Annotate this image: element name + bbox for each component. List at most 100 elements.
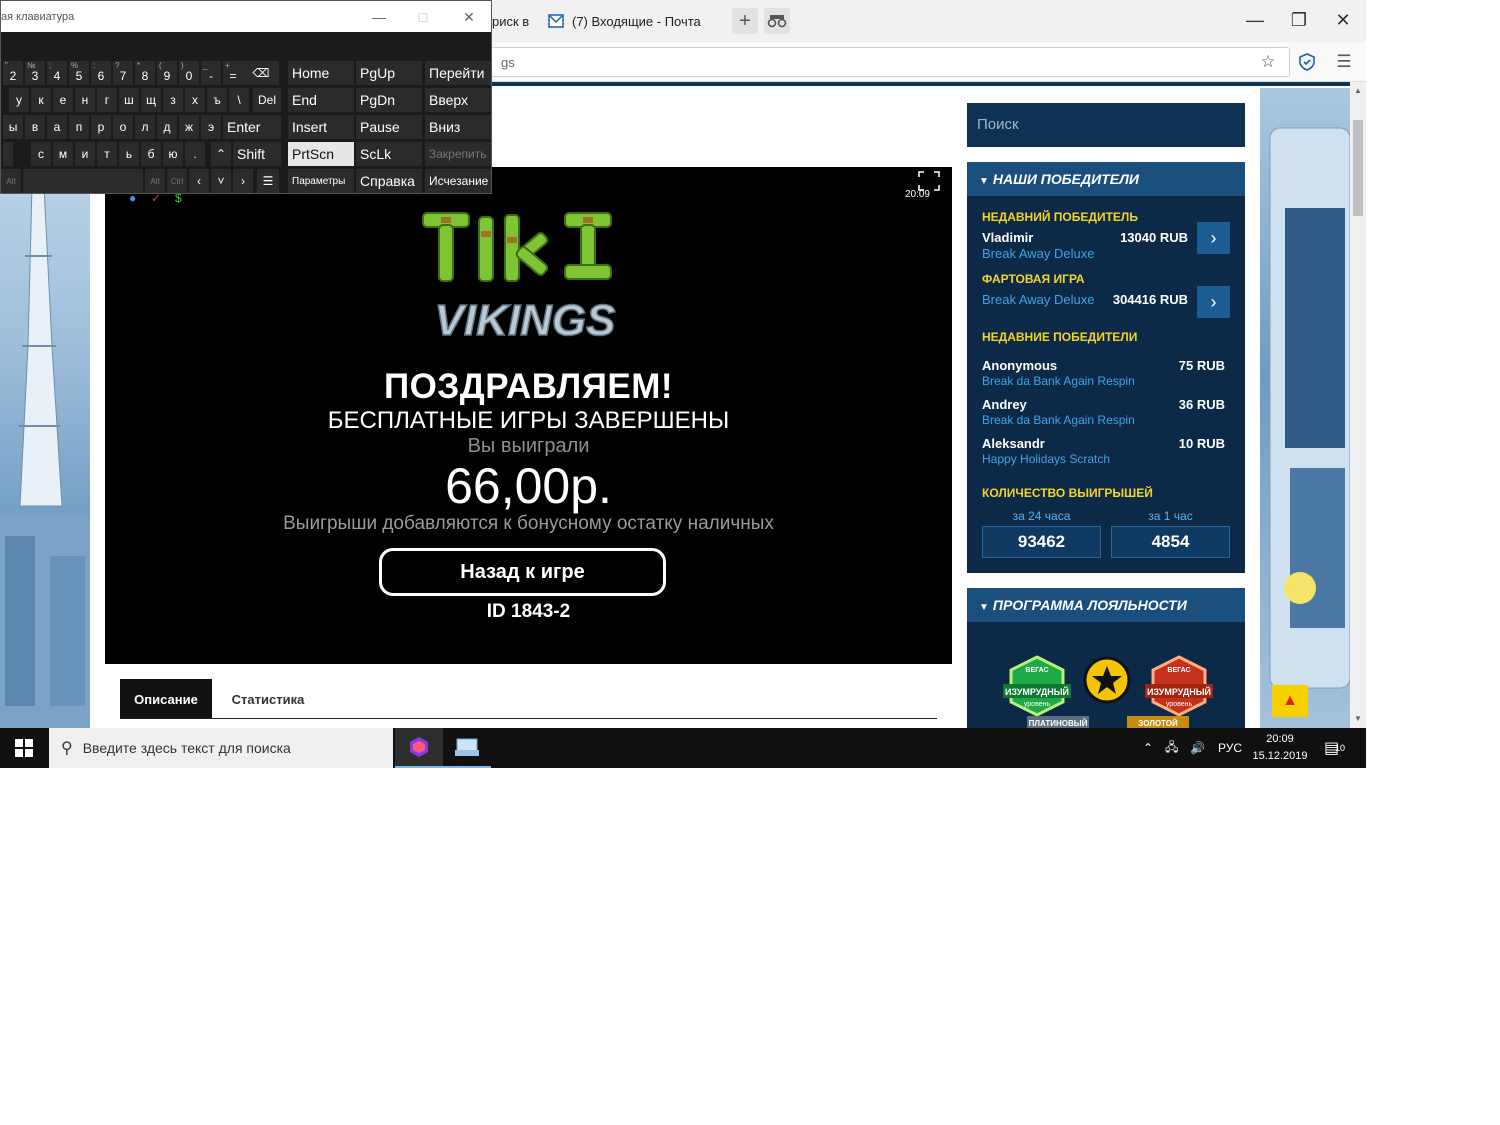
winner-game[interactable]: Break da Bank Again Respin xyxy=(982,374,1135,388)
key-1[interactable]: 3 № xyxy=(25,61,45,85)
chevron-right-icon[interactable]: › xyxy=(1197,222,1230,254)
restore-icon[interactable]: ❐ xyxy=(1276,0,1322,40)
scroll-up-arrow-icon[interactable]: ▲ xyxy=(1354,86,1362,95)
key-3[interactable]: 5% xyxy=(69,61,89,85)
network-icon[interactable]: 🖧 xyxy=(1165,728,1178,768)
key-prtscn[interactable]: PrtScn xyxy=(288,142,354,166)
winner-game[interactable]: Break da Bank Again Respin xyxy=(982,413,1135,427)
key-letter[interactable]: н xyxy=(75,88,95,112)
chevron-right-icon[interactable]: › xyxy=(1197,286,1230,318)
key-letter[interactable]: щ xyxy=(141,88,161,112)
key-8[interactable]: 0) xyxy=(179,61,199,85)
key-letter[interactable]: с xyxy=(31,142,51,166)
key-letter[interactable]: в xyxy=(25,115,45,139)
key-7[interactable]: 9( xyxy=(157,61,177,85)
key-shift[interactable]: Shift xyxy=(233,142,281,166)
key-down[interactable]: Вниз xyxy=(425,115,491,139)
tray-chevron-up-icon[interactable]: ⌃ xyxy=(1143,728,1153,768)
key-letter[interactable]: г xyxy=(97,88,117,112)
scroll-down-arrow-icon[interactable]: ▼ xyxy=(1354,714,1362,723)
key-letter[interactable]: ы xyxy=(3,115,23,139)
key-letter[interactable]: ю xyxy=(163,142,183,166)
key-letter[interactable]: а xyxy=(47,115,67,139)
loyalty-panel-header[interactable]: ▼ ПРОГРАММА ЛОЯЛЬНОСТИ xyxy=(967,588,1245,622)
arrow-right-icon[interactable]: › xyxy=(233,169,253,193)
key-letter[interactable]: з xyxy=(163,88,183,112)
key-pgup[interactable]: PgUp xyxy=(356,61,422,85)
key-options[interactable]: Параметры xyxy=(288,169,354,193)
new-tab-button[interactable]: + xyxy=(732,8,758,34)
key-letter[interactable]: д xyxy=(157,115,177,139)
taskbar-search-box[interactable]: ⚲ Введите здесь текст для поиска xyxy=(49,728,393,768)
browser-tab-search[interactable]: риск в xyxy=(492,6,529,36)
menu-icon[interactable]: ☰ xyxy=(1332,50,1356,74)
page-scrollbar[interactable]: ▲ ▼ xyxy=(1350,82,1366,728)
key-pause[interactable]: Pause xyxy=(356,115,422,139)
key-goto[interactable]: Перейти xyxy=(425,61,491,85)
key-sclk[interactable]: ScLk xyxy=(356,142,422,166)
key-end[interactable]: End xyxy=(288,88,354,112)
bookmark-star-icon[interactable]: ☆ xyxy=(1256,50,1280,74)
language-indicator[interactable]: РУС xyxy=(1218,728,1242,768)
browser-tab-mail[interactable]: (7) Входящие - Почта xyxy=(548,6,708,36)
key-letter[interactable]: м xyxy=(53,142,73,166)
volume-icon[interactable]: 🔊 xyxy=(1190,728,1205,768)
key-pgdn[interactable]: PgDn xyxy=(356,88,422,112)
key-letter[interactable]: ъ xyxy=(207,88,227,112)
key-letter[interactable]: . xyxy=(185,142,205,166)
close-icon[interactable]: ✕ xyxy=(1320,0,1366,40)
close-icon[interactable]: ✕ xyxy=(449,3,489,31)
backspace-icon[interactable]: ⌫ xyxy=(243,61,279,85)
key-letter[interactable]: б xyxy=(141,142,161,166)
key-alt[interactable]: Alt xyxy=(1,169,21,193)
key-9[interactable]: - _ xyxy=(201,61,221,85)
key-letter[interactable]: у xyxy=(9,88,29,112)
key-letter[interactable]: о xyxy=(113,115,133,139)
key-del[interactable]: Del xyxy=(253,88,281,112)
arrow-down-icon[interactable]: ˅ xyxy=(211,169,231,193)
key-fade[interactable]: Исчезание xyxy=(425,169,491,193)
tab-statistics[interactable]: Статистика xyxy=(218,679,318,719)
key-letter[interactable]: е xyxy=(53,88,73,112)
shift-arrow-icon[interactable]: ⌃ xyxy=(211,142,231,166)
key-letter[interactable]: п xyxy=(69,115,89,139)
key-0[interactable]: 2 " xyxy=(3,61,23,85)
search-input[interactable]: Поиск xyxy=(967,103,1245,147)
key-2[interactable]: 4; xyxy=(47,61,67,85)
key-letter[interactable]: \ xyxy=(229,88,249,112)
key-enter[interactable]: Enter xyxy=(223,115,281,139)
back-to-game-button[interactable]: Назад к игре xyxy=(379,548,666,596)
recent-winner-game[interactable]: Break Away Deluxe xyxy=(982,246,1095,261)
fullscreen-icon[interactable] xyxy=(918,171,940,191)
private-browsing-icon[interactable] xyxy=(764,8,790,34)
key-space[interactable] xyxy=(23,169,143,193)
key-help[interactable]: Справка xyxy=(356,169,422,193)
key-alt-right[interactable]: Alt xyxy=(145,169,165,193)
shield-icon[interactable] xyxy=(1295,50,1319,74)
winner-game[interactable]: Happy Holidays Scratch xyxy=(982,452,1110,466)
key-letter[interactable]: л xyxy=(135,115,155,139)
key-up[interactable]: Вверх xyxy=(425,88,491,112)
taskbar-clock[interactable]: 20:09 15.12.2019 xyxy=(1248,731,1312,765)
key-letter[interactable]: ж xyxy=(179,115,199,139)
key-insert[interactable]: Insert xyxy=(288,115,354,139)
tab-description[interactable]: Описание xyxy=(120,679,212,719)
key-4[interactable]: 6: xyxy=(91,61,111,85)
scrollbar-thumb[interactable] xyxy=(1353,120,1363,216)
key-letter[interactable]: э xyxy=(201,115,221,139)
on-screen-keyboard-app-icon[interactable] xyxy=(443,728,491,768)
context-menu-icon[interactable]: ☰ xyxy=(257,169,279,193)
scroll-to-top-button[interactable]: ▲ xyxy=(1272,685,1308,717)
key-5[interactable]: 7? xyxy=(113,61,133,85)
windows-start-icon[interactable] xyxy=(0,728,48,768)
key-10[interactable]: = + xyxy=(223,61,243,85)
winners-panel-header[interactable]: ▼ НАШИ ПОБЕДИТЕЛИ xyxy=(967,162,1245,196)
key-letter[interactable]: х xyxy=(185,88,205,112)
key-letter[interactable]: р xyxy=(91,115,111,139)
key-letter[interactable]: ш xyxy=(119,88,139,112)
key-ctrl[interactable]: Ctrl xyxy=(167,169,187,193)
key-letter[interactable]: к xyxy=(31,88,51,112)
key-letter[interactable]: ь xyxy=(119,142,139,166)
key-letter[interactable]: т xyxy=(97,142,117,166)
minimize-icon[interactable]: — xyxy=(359,3,399,31)
